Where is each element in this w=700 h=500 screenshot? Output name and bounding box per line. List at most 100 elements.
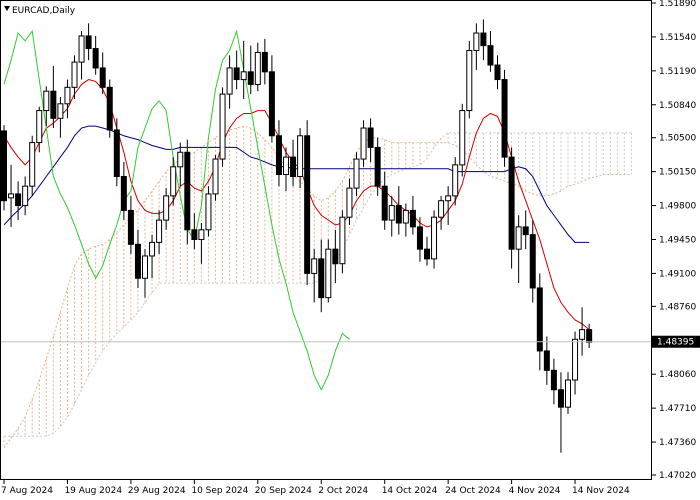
candle (466, 40, 473, 119)
candle-body-bearish (268, 71, 275, 137)
candle-body-bullish (360, 127, 367, 160)
candle-body-bullish (149, 241, 156, 257)
candle-body-bullish (297, 135, 304, 177)
price-chart[interactable]: 1.51890 1.51540 1.51190 1.50840 1.50500 1.501… (0, 0, 700, 500)
candle-body-bearish (487, 45, 494, 66)
current-price-tag-text: 1.48395 (657, 338, 694, 348)
candle-body-bearish (184, 151, 191, 231)
candle-body-bullish (78, 35, 85, 63)
candle-body-bearish (50, 90, 57, 119)
candle-body-bullish (431, 216, 438, 260)
symbol-label-group: EURCAD,Daily (4, 6, 76, 16)
candle-body-bullish (64, 86, 71, 105)
y-tick-label: 1.47710 (659, 404, 696, 414)
x-tick-label: 14 Oct 2024 (382, 486, 438, 496)
candle-body-bearish (113, 129, 120, 177)
y-tick-label: 1.49100 (659, 269, 696, 279)
y-axis: 1.51890 1.51540 1.51190 1.50840 1.50500 1.501… (652, 0, 696, 481)
candle-body-bullish (402, 209, 409, 224)
candle-body-bullish (466, 49, 473, 112)
x-tick-label: 19 Aug 2024 (64, 486, 122, 496)
candle-body-bullish (572, 338, 579, 381)
candle (501, 69, 508, 167)
symbol-label: EURCAD,Daily (12, 6, 76, 16)
candle-body-bearish (424, 248, 430, 260)
y-tick-label: 1.50500 (659, 134, 696, 144)
candle-body-bullish (515, 226, 522, 250)
candle-body-bullish (311, 258, 318, 274)
x-tick-label: 7 Aug 2024 (1, 486, 53, 496)
y-tick-label: 1.47360 (659, 438, 696, 448)
candle-body-bearish (374, 146, 381, 187)
candle-body-bullish (565, 379, 571, 408)
y-tick-label: 1.51540 (659, 33, 696, 43)
candle-body-bearish (261, 51, 268, 73)
candle-body-bearish (1, 130, 7, 202)
candle-body-bullish (212, 158, 219, 195)
candle-body-bullish (473, 32, 480, 51)
candle-body-bearish (494, 64, 501, 81)
x-tick-label: 10 Sep 2024 (191, 486, 248, 496)
y-tick-label: 1.50840 (659, 101, 696, 111)
candle-body-bullish (240, 71, 247, 81)
candle-body-bullish (177, 151, 184, 168)
candle-body-bullish (198, 229, 205, 240)
candle-body-bearish (191, 229, 198, 240)
candle-body-bearish (480, 32, 487, 47)
candle-body-bearish (318, 258, 325, 299)
candle (325, 239, 332, 303)
candle-body-bearish (522, 226, 529, 236)
candle-body-bearish (134, 243, 141, 279)
candle-body-bearish (586, 329, 593, 343)
candle-body-bullish (142, 255, 148, 279)
candle-body-bearish (15, 193, 22, 207)
x-tick-label: 14 Nov 2024 (572, 486, 630, 496)
candle-body-bearish (550, 369, 557, 391)
candle-body-bearish (127, 209, 134, 245)
candle-body-bearish (543, 350, 550, 371)
candle-body-bearish (275, 135, 282, 176)
candle-body-bullish (156, 219, 163, 243)
candle-body-bullish (36, 110, 43, 144)
candle-body-bearish (416, 226, 423, 250)
candle (205, 186, 212, 237)
candle-body-bullish (29, 142, 36, 187)
candle-body-bearish (247, 71, 254, 85)
candle-body-bullish (8, 193, 15, 199)
candle-body-bearish (529, 234, 536, 289)
candle-body-bullish (445, 195, 452, 202)
candle-body-bearish (92, 48, 99, 69)
y-tick-label: 1.48760 (659, 302, 696, 312)
candle (339, 210, 346, 274)
candle-body-bearish (395, 205, 402, 224)
x-axis: 7 Aug 2024 19 Aug 2024 29 Aug 2024 10 Sep 2… (1, 480, 630, 496)
candle (212, 155, 219, 201)
candle-body-bullish (219, 93, 226, 160)
x-tick-label: 20 Sep 2024 (255, 486, 312, 496)
y-tick-label: 1.49800 (659, 202, 696, 212)
candle-body-bearish (304, 135, 311, 274)
current-price-tag: 1.48395 (652, 335, 700, 348)
candle-body-bearish (332, 248, 339, 265)
candle-body-bullish (254, 51, 261, 85)
candle-body-bearish (367, 127, 374, 148)
y-tick-label: 1.48060 (659, 370, 696, 380)
candle (106, 79, 113, 138)
candle-body-bearish (290, 156, 297, 177)
candle-body-bullish (459, 110, 466, 166)
candle-body-bearish (120, 175, 127, 211)
y-tick-label: 1.47020 (659, 471, 696, 481)
candle-body-bullish (283, 156, 289, 176)
candle-body-bullish (57, 103, 64, 119)
candle-body-bullish (325, 248, 332, 299)
x-tick-label: 24 Oct 2024 (445, 486, 501, 496)
candle-body-bullish (339, 216, 346, 265)
candle-body-bullish (163, 195, 170, 221)
candle-body-bullish (22, 185, 29, 207)
candle-body-bullish (579, 329, 586, 340)
candle-body-bearish (233, 67, 240, 81)
candle-body-bullish (205, 193, 212, 231)
candle-body-bearish (381, 185, 388, 221)
y-tick-label: 1.50150 (659, 168, 696, 178)
candle (1, 125, 7, 211)
